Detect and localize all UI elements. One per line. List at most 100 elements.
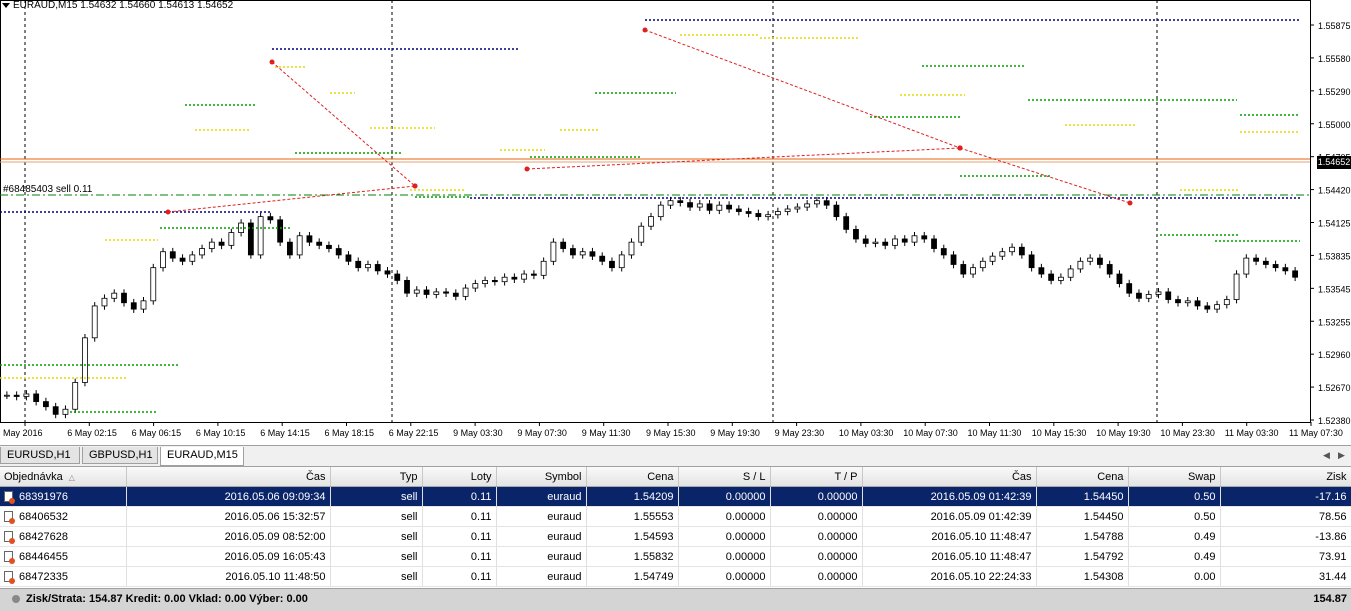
candle-body [511,276,518,280]
candle-body [91,305,98,339]
table-row[interactable]: 68406532 2016.05.06 15:32:57 sell 0.11 eurau… [0,506,1351,527]
price-label: 1.52670 [1318,383,1351,393]
candle-body [1018,246,1025,256]
candle-body [1194,300,1201,307]
cell-close-time: 2016.05.10 11:48:47 [862,546,1037,567]
cell-close-price: 1.54788 [1036,526,1129,547]
cell-profit: -13.86 [1220,526,1351,547]
candle-body [989,255,996,262]
column-header-close-price[interactable]: Cena [1036,467,1129,487]
candle-body [1057,276,1064,281]
column-header-close-time[interactable]: Čas [862,467,1037,487]
time-label: 11 May 03:30 [1225,428,1279,438]
candle-body [1067,268,1074,278]
cell-open-price: 1.54209 [586,486,679,507]
candle-body [1009,246,1015,253]
cell-swap: 0.50 [1128,486,1221,507]
tab-eurusd-h1[interactable]: EURUSD,H1 [0,447,80,464]
candle-body [287,241,293,256]
scroll-right-icon[interactable]: ▶ [1338,450,1345,461]
candle-body [160,251,166,269]
candle-body [1292,270,1299,278]
candle-body [853,229,859,240]
cell-sl: 0.00000 [678,526,771,547]
candle-body [745,211,752,214]
column-header-sl[interactable]: S / L [678,467,771,487]
cell-close-time: 2016.05.09 01:42:39 [862,506,1037,527]
candle-body [950,254,957,265]
tab-gbpusd-h1[interactable]: GBPUSD,H1 [82,447,158,464]
candle-body [911,235,918,243]
column-header-swap[interactable]: Swap [1128,467,1221,487]
column-header-open-time[interactable]: Čas [126,467,331,487]
scroll-left-icon[interactable]: ◀ [1323,450,1330,461]
cell-tp: 0.00000 [770,506,863,527]
cell-type: sell [330,526,423,547]
candle-body [667,200,674,206]
candle-body [1028,254,1035,269]
table-row[interactable]: 68472335 2016.05.10 11:48:50 sell 0.11 eurau… [0,566,1351,587]
time-label: 9 May 11:30 [582,428,631,438]
candle-body [648,216,654,227]
candle-body [1048,273,1055,281]
column-header-open-price[interactable]: Cena [586,467,679,487]
time-label: 6 May 22:15 [389,428,439,438]
tab-label: EURUSD,H1 [7,449,71,461]
table-row[interactable]: 68391976 2016.05.06 09:09:34 sell 0.11 eurau… [0,486,1351,507]
candle-body [843,216,850,230]
candle-body [52,406,59,415]
sort-ascending-icon[interactable]: △ [69,473,75,482]
trade-line [167,185,416,213]
time-label: 6 May 10:15 [196,428,246,438]
cell-open-price: 1.55832 [586,546,679,567]
column-header-symbol[interactable]: Symbol [496,467,587,487]
cell-sl: 0.00000 [678,546,771,567]
candle-body [550,241,557,262]
current-price-badge: 1.54652 [1317,156,1351,169]
price-label: 1.53545 [1318,284,1351,294]
column-header-order[interactable]: Objednávka △ [0,467,127,487]
cell-open-time: 2016.05.09 16:05:43 [126,546,331,567]
cell-tp: 0.00000 [770,526,863,547]
candle-body [765,214,772,218]
price-chart[interactable]: 1.558751.555801.552901.550001.547051.544… [0,0,1351,445]
tab-euraud-m15[interactable]: EURAUD,M15 [160,447,244,466]
cell-open-time: 2016.05.09 08:52:00 [126,526,331,547]
tab-label: GBPUSD,H1 [89,449,153,461]
trade-marker [957,145,963,151]
cell-symbol: euraud [496,486,587,507]
table-row[interactable]: 68427628 2016.05.09 08:52:00 sell 0.11 eurau… [0,526,1351,547]
cell-order: 68427628 [0,526,127,547]
trade-marker [165,209,171,215]
chart-canvas[interactable]: 1.558751.555801.552901.550001.547051.544… [0,0,1351,445]
cell-close-time: 2016.05.09 01:42:39 [862,486,1037,507]
chart-title-text: EURAUD,M15 1.54632 1.54660 1.54613 1.546… [13,0,234,11]
candle-body [794,206,801,210]
order-line-label: #68485403 sell 0.11 [3,184,93,195]
candle-body [472,283,479,289]
cell-open-price: 1.54749 [586,566,679,587]
column-header-profit[interactable]: Zisk [1220,467,1351,487]
candle-body [833,204,840,218]
candle-body [140,300,147,310]
table-row[interactable]: 68446455 2016.05.09 16:05:43 sell 0.11 eurau… [0,546,1351,567]
column-header-type[interactable]: Typ [330,467,423,487]
candle-body [892,238,898,246]
dropdown-triangle-icon[interactable] [2,2,10,8]
time-label: 6 May 14:15 [260,428,310,438]
trade-marker [1127,200,1133,206]
time-label: 9 May 03:30 [453,428,503,438]
candle-body [72,382,79,410]
column-header-tp[interactable]: T / P [770,467,863,487]
candle-body [872,241,879,244]
candle-body [1272,264,1279,269]
candle-body [560,241,567,249]
candle-body [1223,299,1230,306]
cell-lots: 0.11 [422,566,497,587]
column-header-lots[interactable]: Loty [422,467,497,487]
candle-body [999,251,1006,257]
time-label: 9 May 15:30 [646,428,696,438]
candle-body [726,204,732,210]
candle-body [1155,291,1162,295]
candle-body [365,264,371,269]
